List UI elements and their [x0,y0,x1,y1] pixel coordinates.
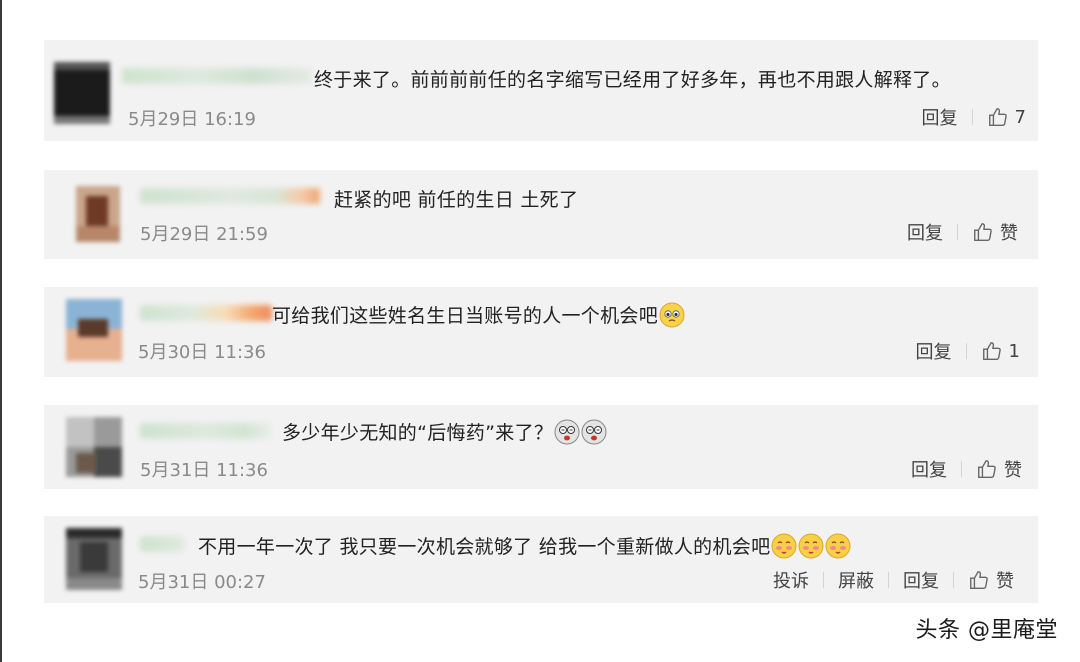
reply-button[interactable]: 回复 [911,456,947,482]
comment-text: 多少年少无知的“后悔药”来了？ [282,418,607,445]
source-watermark: 头条 @里庵堂 [915,618,1058,643]
username-blurred[interactable] [140,423,272,439]
window-edge [0,0,2,662]
blushing-emoji-icon [825,533,851,559]
blushing-emoji-icon [771,533,797,559]
reply-button[interactable]: 回复 [922,104,958,130]
avatar[interactable] [76,186,120,242]
like-button[interactable]: 赞 [976,456,1022,482]
dizzy-face-emoji-icon [554,419,580,445]
comment-actions: 回复 赞 [911,456,1022,482]
username-blurred[interactable] [122,68,312,84]
like-count: 赞 [1000,223,1018,244]
thumbs-up-icon [982,342,1001,360]
like-button[interactable]: 赞 [968,567,1014,593]
username-blurred[interactable] [140,536,184,552]
comment-actions: 回复 1 [916,338,1020,364]
like-button[interactable]: 7 [987,106,1026,128]
comment-actions: 回复 赞 [907,219,1018,245]
comment-text: 不用一年一次了 我只要一次机会就够了 给我一个重新做人的机会吧 [198,532,851,559]
divider [971,109,973,125]
comment-text: 赶紧的吧 前任的生日 土死了 [334,189,579,211]
like-count: 1 [1008,340,1020,362]
like-count: 赞 [1004,460,1022,481]
comment-time: 5月29日 21:59 [140,224,268,245]
comment-time: 5月31日 00:27 [138,572,266,593]
like-button[interactable]: 赞 [972,219,1018,245]
comment-card: 终于来了。前前前前任的名字缩写已经用了好多年，再也不用跟人解释了。 5月29日 … [44,40,1038,141]
comment-card: 赶紧的吧 前任的生日 土死了 5月29日 21:59 回复 赞 [44,170,1038,259]
comment-card: 可给我们这些姓名生日当账号的人一个机会吧 5月30日 11:36 回复 1 [44,287,1038,377]
divider [965,343,967,359]
reply-button[interactable]: 回复 [903,567,939,593]
comment-time: 5月30日 11:36 [138,342,266,363]
blushing-emoji-icon [798,533,824,559]
comment-time: 5月31日 11:36 [140,460,268,481]
thumbs-up-icon [970,571,988,589]
avatar[interactable] [54,62,110,124]
comment-text: 终于来了。前前前前任的名字缩写已经用了好多年，再也不用跟人解释了。 [314,69,951,91]
divider [957,224,958,240]
avatar[interactable] [66,528,122,590]
reply-button[interactable]: 回复 [907,219,943,245]
comment-time: 5月29日 16:19 [128,109,256,130]
comment-card: 多少年少无知的“后悔药”来了？ 5月31日 11:36 回复 赞 [44,405,1038,489]
divider [953,572,954,588]
username-blurred[interactable] [140,305,272,321]
divider [961,461,962,477]
comment-actions: 投诉 屏蔽 回复 赞 [773,567,1014,593]
thumbs-up-icon [988,108,1007,126]
report-button[interactable]: 投诉 [773,567,809,593]
avatar[interactable] [66,417,122,477]
comment-card: 不用一年一次了 我只要一次机会就够了 给我一个重新做人的机会吧 5月31日 00… [44,516,1038,603]
comment-text: 可给我们这些姓名生日当账号的人一个机会吧 [272,301,685,328]
divider [823,572,824,588]
thumbs-up-icon [978,460,996,478]
avatar[interactable] [66,299,122,361]
username-blurred[interactable] [140,188,320,204]
dizzy-face-emoji-icon [581,419,607,445]
block-button[interactable]: 屏蔽 [838,567,874,593]
pleading-emoji-icon [659,302,685,328]
like-button[interactable]: 1 [981,340,1020,362]
divider [888,572,889,588]
like-count: 7 [1014,106,1026,128]
reply-button[interactable]: 回复 [916,338,952,364]
like-count: 赞 [996,571,1014,592]
comment-actions: 回复 7 [922,104,1026,130]
thumbs-up-icon [974,223,992,241]
